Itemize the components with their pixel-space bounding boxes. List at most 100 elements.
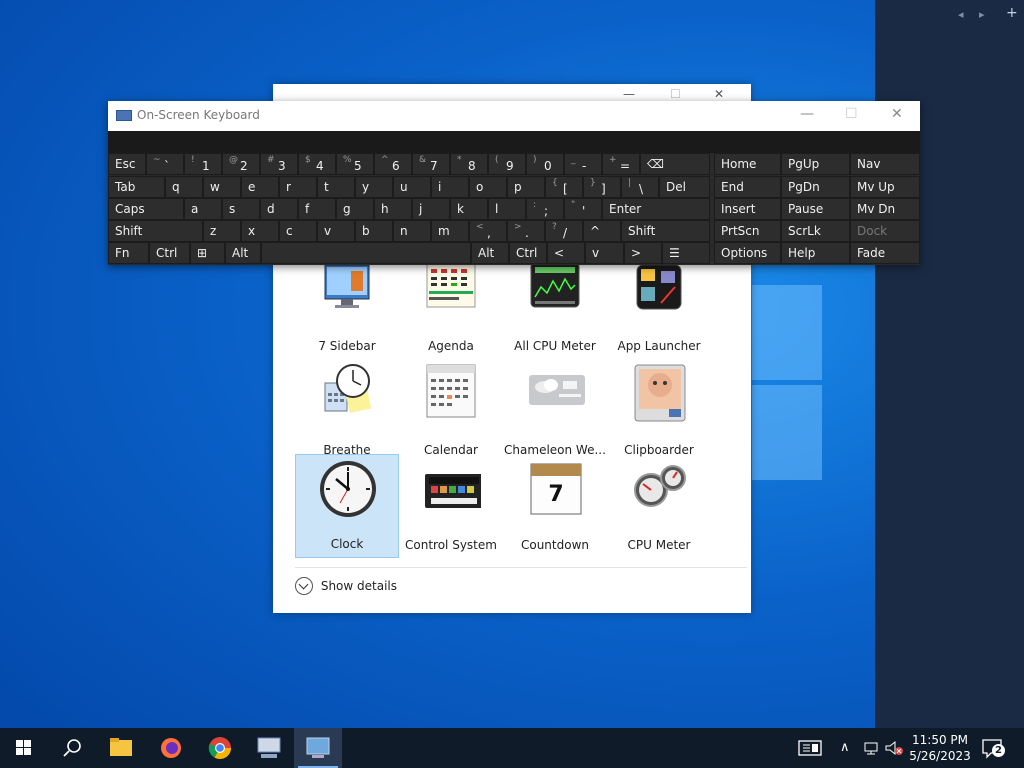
- key-pgdn[interactable]: PgDn: [781, 176, 850, 198]
- show-details-button[interactable]: Show details: [295, 577, 397, 601]
- key-y[interactable]: y: [355, 176, 393, 198]
- key-Ctrl[interactable]: Ctrl: [509, 242, 547, 264]
- key-symbol[interactable]: _ -: [564, 153, 602, 175]
- key-Shift[interactable]: Shift: [621, 220, 710, 242]
- key-p[interactable]: p: [507, 176, 545, 198]
- key-g[interactable]: g: [336, 198, 374, 220]
- key-j[interactable]: j: [412, 198, 450, 220]
- gadgets-app-button[interactable]: [294, 728, 342, 768]
- key-symbol[interactable]: ) 0: [526, 153, 564, 175]
- key-Esc[interactable]: Esc: [108, 153, 146, 175]
- key-backspace[interactable]: ⌫: [640, 153, 710, 175]
- gadget-tile[interactable]: Calendar: [399, 359, 503, 463]
- key-pause[interactable]: Pause: [781, 198, 850, 220]
- key-help[interactable]: Help: [781, 242, 850, 264]
- minimize-icon[interactable]: —: [800, 106, 814, 122]
- gadget-tile[interactable]: App Launcher: [607, 255, 711, 359]
- key-insert[interactable]: Insert: [714, 198, 781, 220]
- gadget-tile[interactable]: Chameleon We...: [503, 359, 607, 463]
- firefox-button[interactable]: [147, 728, 195, 768]
- gadget-tile[interactable]: Clock: [295, 454, 399, 558]
- key-symbol[interactable]: >.: [507, 220, 545, 242]
- network-tool-button[interactable]: [245, 728, 293, 768]
- key-d[interactable]: d: [260, 198, 298, 220]
- key-symbol[interactable]: ! 1: [184, 153, 222, 175]
- key-symbol[interactable]: " ': [564, 198, 602, 220]
- key-symbol[interactable]: @2: [222, 153, 260, 175]
- key-x[interactable]: x: [241, 220, 279, 242]
- key-symbol[interactable]: }]: [583, 176, 621, 198]
- key-symbol[interactable]: | \: [621, 176, 659, 198]
- key-prtscn[interactable]: PrtScn: [714, 220, 781, 242]
- key-v[interactable]: v: [585, 242, 624, 264]
- gadget-tile[interactable]: Breathe: [295, 359, 399, 463]
- key-symbol[interactable]: & 7: [412, 153, 450, 175]
- close-icon[interactable]: ✕: [891, 106, 903, 122]
- key-mv-up[interactable]: Mv Up: [850, 176, 920, 198]
- key-f[interactable]: f: [298, 198, 336, 220]
- key-s[interactable]: s: [222, 198, 260, 220]
- key-symbol[interactable]: ? /: [545, 220, 583, 242]
- key-i[interactable]: i: [431, 176, 469, 198]
- maximize-icon[interactable]: ☐: [845, 106, 858, 122]
- start-button[interactable]: [0, 728, 48, 768]
- key-end[interactable]: End: [714, 176, 781, 198]
- key-t[interactable]: t: [317, 176, 355, 198]
- key-space[interactable]: [261, 242, 471, 264]
- notifications-button[interactable]: 2: [982, 738, 1006, 760]
- gadget-tile[interactable]: All CPU Meter: [503, 255, 607, 359]
- news-widget-icon[interactable]: [798, 740, 824, 756]
- key-symbol[interactable]: #3: [260, 153, 298, 175]
- key-home[interactable]: Home: [714, 153, 781, 175]
- close-icon[interactable]: ✕: [714, 87, 724, 101]
- sidebar-add-icon[interactable]: +: [1006, 5, 1018, 21]
- key-windows[interactable]: ⊞: [190, 242, 225, 264]
- key-n[interactable]: n: [393, 220, 431, 242]
- key-r[interactable]: r: [279, 176, 317, 198]
- key-c[interactable]: c: [279, 220, 317, 242]
- key-symbol[interactable]: * 8: [450, 153, 488, 175]
- key-q[interactable]: q: [165, 176, 203, 198]
- key-Caps[interactable]: Caps: [108, 198, 184, 220]
- key-scrlk[interactable]: ScrLk: [781, 220, 850, 242]
- key-h[interactable]: h: [374, 198, 412, 220]
- key-mv-dn[interactable]: Mv Dn: [850, 198, 920, 220]
- key-Shift[interactable]: Shift: [108, 220, 203, 242]
- sidebar-prev-icon[interactable]: ◂: [958, 8, 964, 21]
- key-symbol[interactable]: + =: [602, 153, 640, 175]
- key-l[interactable]: l: [488, 198, 526, 220]
- chevron-up-icon[interactable]: ∧: [840, 740, 850, 755]
- key-Fn[interactable]: Fn: [108, 242, 149, 264]
- key-Ctrl[interactable]: Ctrl: [149, 242, 190, 264]
- key-symbol[interactable]: <,: [469, 220, 507, 242]
- file-explorer-button[interactable]: [97, 728, 145, 768]
- key-nav[interactable]: Nav: [850, 153, 920, 175]
- network-icon[interactable]: [863, 740, 879, 756]
- key-symbol[interactable]: % 5: [336, 153, 374, 175]
- key-Alt[interactable]: Alt: [225, 242, 261, 264]
- key-Tab[interactable]: Tab: [108, 176, 165, 198]
- key-e[interactable]: e: [241, 176, 279, 198]
- key-u[interactable]: u: [393, 176, 431, 198]
- taskbar-clock[interactable]: 11:50 PM 5/26/2023: [905, 732, 975, 764]
- key-menu[interactable]: ☰: [662, 242, 710, 264]
- gadget-tile[interactable]: 7 Sidebar: [295, 255, 399, 359]
- chrome-button[interactable]: [196, 728, 244, 768]
- key-Enter[interactable]: Enter: [602, 198, 710, 220]
- key-dock[interactable]: Dock: [850, 220, 920, 242]
- key-v[interactable]: v: [317, 220, 355, 242]
- gadget-tile[interactable]: CPU Meter: [607, 454, 711, 558]
- search-button[interactable]: [48, 728, 96, 768]
- key-a[interactable]: a: [184, 198, 222, 220]
- gadget-tile[interactable]: Clipboarder: [607, 359, 711, 463]
- key-symbol[interactable]: $4: [298, 153, 336, 175]
- key-[interactable]: <: [547, 242, 585, 264]
- key-symbol[interactable]: ^ 6: [374, 153, 412, 175]
- key-symbol[interactable]: {[: [545, 176, 583, 198]
- key-symbol[interactable]: :;: [526, 198, 564, 220]
- sidebar-next-icon[interactable]: ▸: [979, 8, 985, 21]
- key-fade[interactable]: Fade: [850, 242, 920, 264]
- key-pgup[interactable]: PgUp: [781, 153, 850, 175]
- key-Del[interactable]: Del: [659, 176, 710, 198]
- maximize-icon[interactable]: ☐: [670, 87, 681, 101]
